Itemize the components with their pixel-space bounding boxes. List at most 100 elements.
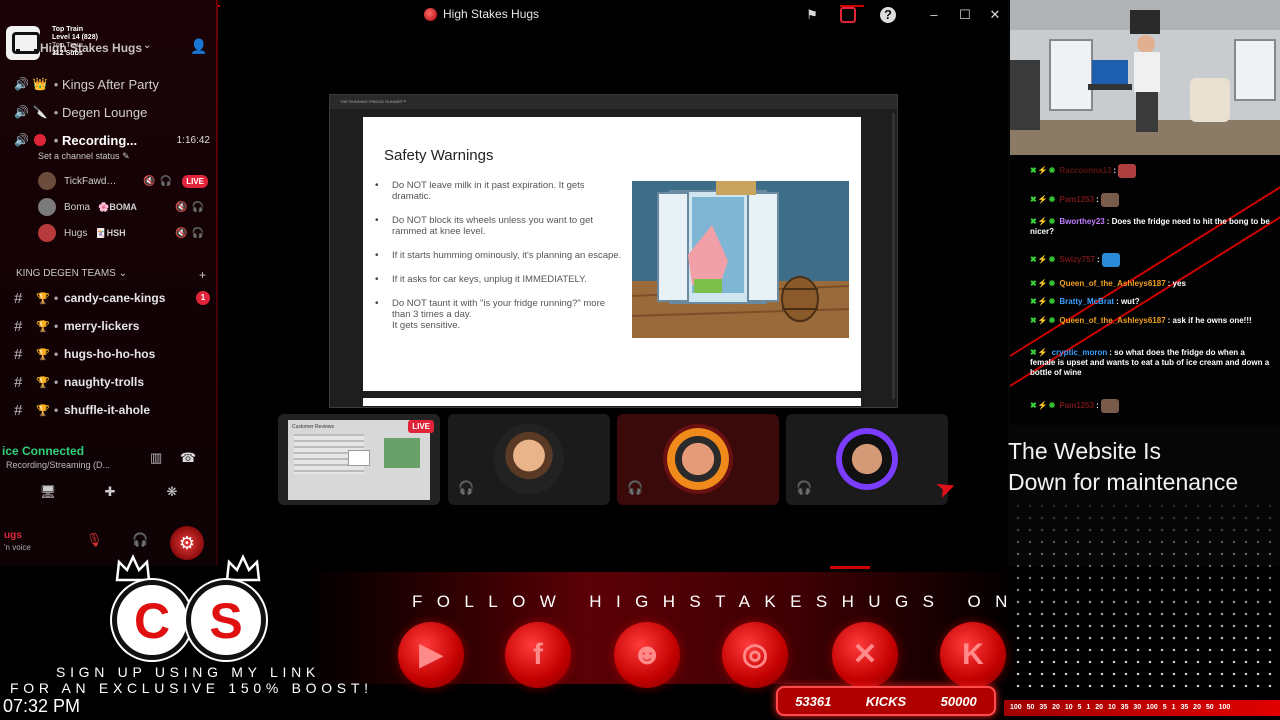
server-name: High Stakes Hugs [40,41,143,55]
username[interactable]: ugs [4,530,22,541]
voice-channel-degen-lounge[interactable]: 🔊 🔪 • Degen Lounge [14,100,210,124]
channel-label: Recording... [62,132,138,148]
bullet-item: Do NOT block its wheels unless you want … [375,215,625,237]
chat-badges-icon: ✖⚡❋ [1030,217,1057,226]
facebook-icon: f [505,622,571,688]
screen-share-view[interactable]: THE RUNNING FRIDGE RUNNER™ Safety Warnin… [329,94,898,408]
headphones-muted-icon[interactable]: 🎧 [132,532,148,548]
kicks-label: KICKS [865,693,907,709]
server-header[interactable]: Top Train Level 14 (828) Top Train 312 S… [0,26,218,70]
flag-icon[interactable]: ⚑ [804,7,820,23]
instagram-icon: ◎ [722,622,788,688]
signal-icon[interactable]: ▥ [150,450,162,466]
x-icon: ✕ [832,622,898,688]
close-icon[interactable]: ✕ [987,7,1003,23]
add-channel-icon[interactable]: + [199,268,206,282]
category-header[interactable]: KING DEGEN TEAMS ⌄ + [16,268,206,282]
status-label: Set a channel status [38,151,120,161]
stream-tile[interactable]: Customer Reviews LIVE [278,414,440,505]
pencil-icon: ✎ [122,151,130,161]
connection-detail[interactable]: Recording/Streaming (D... [6,460,110,470]
participant-tile[interactable]: 🎧 [448,414,610,505]
channel-sidebar: Top Train Level 14 (828) Top Train 312 S… [0,0,218,566]
instagram-glyph: ◎ [741,638,769,671]
scrollbar[interactable] [892,113,895,399]
preview-title: Customer Reviews [292,424,334,430]
chat-badges-icon: ✖⚡❋ [1030,279,1057,288]
next-slide-strip [363,398,861,406]
help-icon[interactable]: ? [880,7,896,23]
hash-icon: # [14,317,23,335]
chat-badges-icon: ✖⚡ [1030,348,1049,357]
call-timer: 1:16:42 [176,134,210,146]
maintenance-line: Down for maintenance [1008,469,1239,495]
chevron-down-icon[interactable]: ⌄ [143,40,151,51]
separator-dot: • [54,291,59,305]
minimize-icon[interactable]: – [926,7,942,23]
screen-share-button-icon[interactable]: 🖥 [38,484,58,504]
chat-user: Bratty_McBrat [1059,297,1115,306]
voice-member[interactable]: Hugs 🃏HSH 🔇🎧 [38,222,208,244]
soundboard-icon[interactable]: ❋ [162,484,182,504]
voice-channel-kings-after-party[interactable]: 🔊 👑 • Kings After Party [14,72,210,96]
member-tag: 🌸BOMA [98,202,137,213]
crown-emoji: 👑 [32,77,48,91]
user-status: 'n voice [4,543,31,552]
bullet-item: If it starts humming ominously, it's pla… [375,250,625,261]
app-title: High Stakes Hugs [424,7,539,21]
chat-badges-icon: ✖⚡❋ [1030,401,1057,411]
chat-emote [1101,253,1120,267]
bullet-item: Do NOT taunt it with "is your fridge run… [375,298,625,331]
text-channel-merry-lickers[interactable]: # 🏆 • merry-lickers [14,314,210,338]
text-channel-naughty-trolls[interactable]: # 🏆 • naughty-trolls [14,370,210,394]
add-user-icon[interactable]: 👤 [190,38,207,55]
mic-muted-icon[interactable]: 🎙 [86,532,103,548]
chat-message: ✖⚡❋ Swizy757: [1030,253,1270,267]
team-emoji: 🏆 [36,320,50,333]
team-emoji: 🏆 [36,376,50,389]
avatar [832,424,902,494]
separator-dot: • [54,403,59,417]
chat-message: ✖⚡❋ Raccoonna13: [1030,164,1270,178]
text-channel-candy-cane-kings[interactable]: # 🏆 • candy-cane-kings 1 [14,286,210,310]
chat-text: yes [1172,279,1186,288]
participant-tile[interactable]: 🎧 [617,414,779,505]
team-emoji: 🏆 [36,292,50,305]
casino-logo-s: S [186,580,266,660]
maximize-icon[interactable]: ☐ [957,7,973,23]
bullet-item: Do NOT leave milk in it past expiration.… [375,180,625,202]
dot-pattern [1012,500,1280,696]
screen-share-icon[interactable] [840,7,856,23]
text-channel-shuffle-it-ahole[interactable]: # 🏆 • shuffle-it-ahole [14,398,210,422]
mute-deafen-icons: 🔇🎧 [175,227,208,239]
live-badge: LIVE [408,420,434,433]
record-icon [34,134,46,146]
avatar [494,424,564,494]
chat-user: cryptic_moron [1051,348,1108,357]
kicks-goal-bar: 53361 KICKS 50000 [776,686,996,716]
voice-member[interactable]: TickFawd… 🔇🎧 LIVE [38,170,208,192]
chat-text: ask if he owns one!!! [1172,316,1252,325]
channel-label: naughty-trolls [64,375,144,389]
member-name: Hugs [64,227,88,239]
chat-message: ✖⚡❋ Pam1253: [1030,399,1270,413]
disconnect-icon[interactable]: ☎ [180,450,196,466]
text-channel-hugs-ho-ho-hos[interactable]: # 🏆 • hugs-ho-ho-hos [14,342,210,366]
set-status-link[interactable]: Set a channel status ✎ [38,151,130,162]
logo-letter: C [133,593,171,649]
speaker-icon: 🔊 [14,133,29,147]
youtube-glyph: ▶ [419,638,443,671]
chat-emote [1100,193,1119,207]
member-tag: 🃏HSH [95,228,125,239]
chat-badges-icon: ✖⚡❋ [1030,195,1057,205]
voice-channel-recording[interactable]: 🔊 • Recording... 1:16:42 [14,128,210,152]
promo-line: FOR AN EXCLUSIVE 150% BOOST! [10,680,373,696]
slide-toolbar: THE RUNNING FRIDGE RUNNER™ [330,95,897,109]
activities-icon[interactable]: ✚ [100,484,120,504]
connection-status: ice Connected [2,444,85,458]
gear-icon[interactable]: ⚙ [170,526,204,560]
voice-member[interactable]: Boma 🌸BOMA 🔇🎧 [38,196,208,218]
hash-icon: # [14,401,23,419]
participant-tile[interactable]: 🎧 [786,414,948,505]
hash-icon: # [14,289,23,307]
